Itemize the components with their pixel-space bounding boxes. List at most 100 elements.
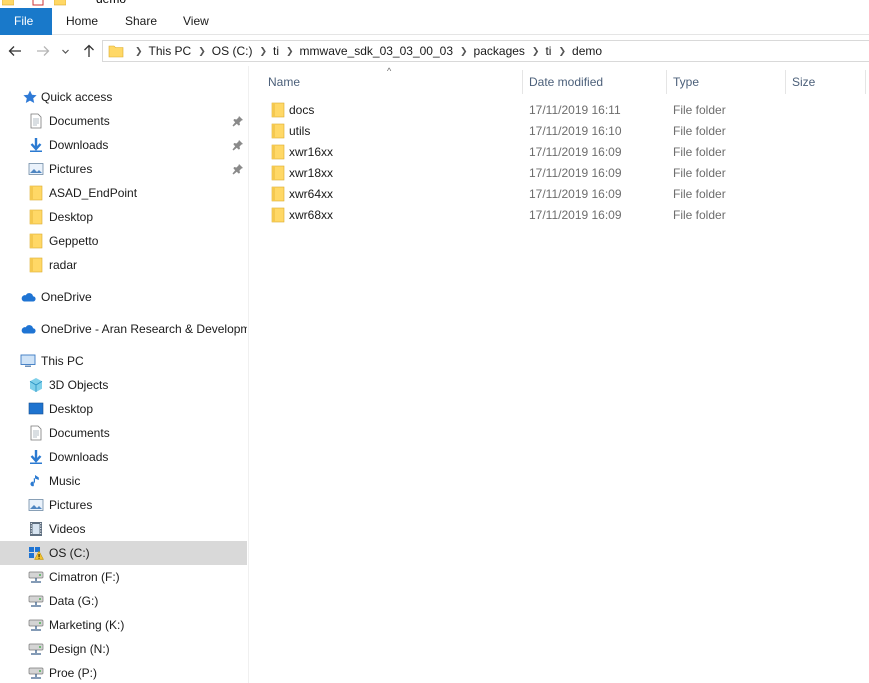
film-icon (30, 522, 42, 536)
network-drive-icon (28, 667, 44, 679)
nav-quick-access[interactable]: Quick access (0, 85, 247, 109)
nav-qa-downloads[interactable]: Downloads (0, 133, 247, 157)
file-date: 17/11/2019 16:09 (529, 145, 622, 159)
breadcrumb-os-c[interactable]: OS (C:) (212, 44, 253, 58)
tab-file[interactable]: File (0, 8, 52, 35)
file-name: xwr16xx (289, 145, 334, 159)
file-row[interactable]: utils 17/11/2019 16:10 File folder (262, 121, 862, 142)
nav-label: Cimatron (F:) (49, 570, 120, 584)
file-name: xwr64xx (289, 187, 334, 201)
folder-icon (271, 102, 285, 118)
nav-pc-os-c[interactable]: OS (C:) (0, 541, 247, 565)
chevron-right-icon[interactable]: ❯ (191, 46, 212, 57)
nav-label: Documents (49, 426, 110, 440)
column-header-size[interactable]: Size (786, 70, 865, 94)
nav-label: Documents (49, 114, 110, 128)
nav-label: 3D Objects (49, 378, 109, 392)
folder-icon (29, 233, 43, 249)
nav-qa-asad-endpoint[interactable]: ASAD_EndPoint (0, 181, 247, 205)
folder-icon (29, 257, 43, 273)
nav-pc-downloads[interactable]: Downloads (0, 445, 247, 469)
file-row[interactable]: xwr18xx 17/11/2019 16:09 File folder (262, 163, 862, 184)
file-row[interactable]: xwr68xx 17/11/2019 16:09 File folder (262, 205, 862, 226)
chevron-right-icon[interactable]: ❯ (252, 46, 273, 57)
nav-pc-documents[interactable]: Documents (0, 421, 247, 445)
nav-pc-marketing-k[interactable]: Marketing (K:) (0, 613, 247, 637)
nav-this-pc[interactable]: This PC (0, 349, 247, 373)
computer-icon (20, 354, 36, 367)
breadcrumb-mmwave-sdk[interactable]: mmwave_sdk_03_03_00_03 (300, 44, 453, 58)
file-date: 17/11/2019 16:09 (529, 208, 622, 222)
forward-button[interactable] (33, 40, 53, 62)
chevron-right-icon[interactable]: ❯ (551, 46, 572, 57)
file-row[interactable]: xwr64xx 17/11/2019 16:09 File folder (262, 184, 862, 205)
column-header-name[interactable]: Name (262, 70, 522, 94)
nav-onedrive[interactable]: OneDrive (0, 285, 247, 309)
file-row[interactable]: xwr16xx 17/11/2019 16:09 File folder (262, 142, 862, 163)
folder-icon (271, 144, 285, 160)
breadcrumb-this-pc[interactable]: This PC (149, 44, 192, 58)
new-folder-icon[interactable] (54, 0, 66, 6)
nav-pc-pictures[interactable]: Pictures (0, 493, 247, 517)
properties-icon[interactable] (32, 0, 44, 6)
tab-share[interactable]: Share (111, 8, 171, 35)
address-bar[interactable]: ❯ This PC ❯ OS (C:) ❯ ti ❯ mmwave_sdk_03_03_… (102, 40, 869, 62)
cube-icon (29, 378, 43, 392)
recent-locations-button[interactable] (58, 40, 72, 62)
nav-label: Marketing (K:) (49, 618, 125, 632)
folder-icon (271, 123, 285, 139)
ribbon: File Home Share View (0, 8, 869, 35)
nav-pc-desktop[interactable]: Desktop (0, 397, 247, 421)
pin-icon[interactable] (232, 115, 244, 127)
file-name: docs (289, 103, 315, 117)
nav-qa-documents[interactable]: Documents (0, 109, 247, 133)
breadcrumb-packages[interactable]: packages (474, 44, 525, 58)
nav-label: OS (C:) (49, 546, 90, 560)
nav-pc-3d-objects[interactable]: 3D Objects (0, 373, 247, 397)
cloud-icon (21, 293, 36, 302)
folder-icon (29, 185, 43, 201)
star-icon (23, 90, 37, 103)
tab-home[interactable]: Home (52, 8, 112, 35)
back-button[interactable] (5, 40, 25, 62)
nav-pc-videos[interactable]: Videos (0, 517, 247, 541)
breadcrumb-demo[interactable]: demo (572, 44, 602, 58)
file-date: 17/11/2019 16:09 (529, 187, 622, 201)
nav-pc-proe-p[interactable]: Proe (P:) (0, 661, 247, 683)
window-title: demo (96, 0, 126, 6)
tab-view[interactable]: View (169, 8, 223, 35)
nav-pc-data-g[interactable]: Data (G:) (0, 589, 247, 613)
nav-onedrive-org[interactable]: OneDrive - Aran Research & Developm (0, 317, 247, 341)
file-type: File folder (673, 187, 726, 201)
chevron-right-icon[interactable]: ❯ (279, 46, 300, 57)
documents-icon (30, 113, 42, 129)
chevron-right-icon[interactable]: ❯ (525, 46, 546, 57)
up-button[interactable] (79, 40, 99, 62)
nav-qa-pictures[interactable]: Pictures (0, 157, 247, 181)
nav-label: Downloads (49, 138, 109, 152)
folder-icon (271, 186, 285, 202)
address-row: ❯ This PC ❯ OS (C:) ❯ ti ❯ mmwave_sdk_03_03_… (0, 36, 869, 66)
chevron-right-icon[interactable]: ❯ (453, 46, 474, 57)
column-header-type[interactable]: Type (667, 70, 785, 94)
nav-qa-desktop[interactable]: Desktop (0, 205, 247, 229)
nav-pc-design-n[interactable]: Design (N:) (0, 637, 247, 661)
column-divider[interactable] (865, 70, 866, 94)
folder-icon (271, 165, 285, 181)
pin-icon[interactable] (232, 163, 244, 175)
arrow-right-icon (37, 46, 50, 56)
nav-pc-cimatron-f[interactable]: Cimatron (F:) (0, 565, 247, 589)
nav-pc-music[interactable]: Music (0, 469, 247, 493)
nav-label: Pictures (49, 498, 93, 512)
download-arrow-icon (30, 138, 42, 152)
pin-icon[interactable] (232, 139, 244, 151)
network-drive-icon (28, 619, 44, 631)
file-row[interactable]: docs 17/11/2019 16:11 File folder (262, 100, 862, 121)
breadcrumb: ❯ This PC ❯ OS (C:) ❯ ti ❯ mmwave_sdk_03_03_… (124, 41, 602, 61)
column-header-date[interactable]: Date modified (523, 70, 666, 94)
pane-splitter[interactable] (248, 66, 249, 683)
nav-qa-radar[interactable]: radar (0, 253, 247, 277)
chevron-right-icon[interactable]: ❯ (128, 46, 149, 57)
nav-qa-geppetto[interactable]: Geppetto (0, 229, 247, 253)
nav-label: OneDrive (41, 290, 92, 304)
